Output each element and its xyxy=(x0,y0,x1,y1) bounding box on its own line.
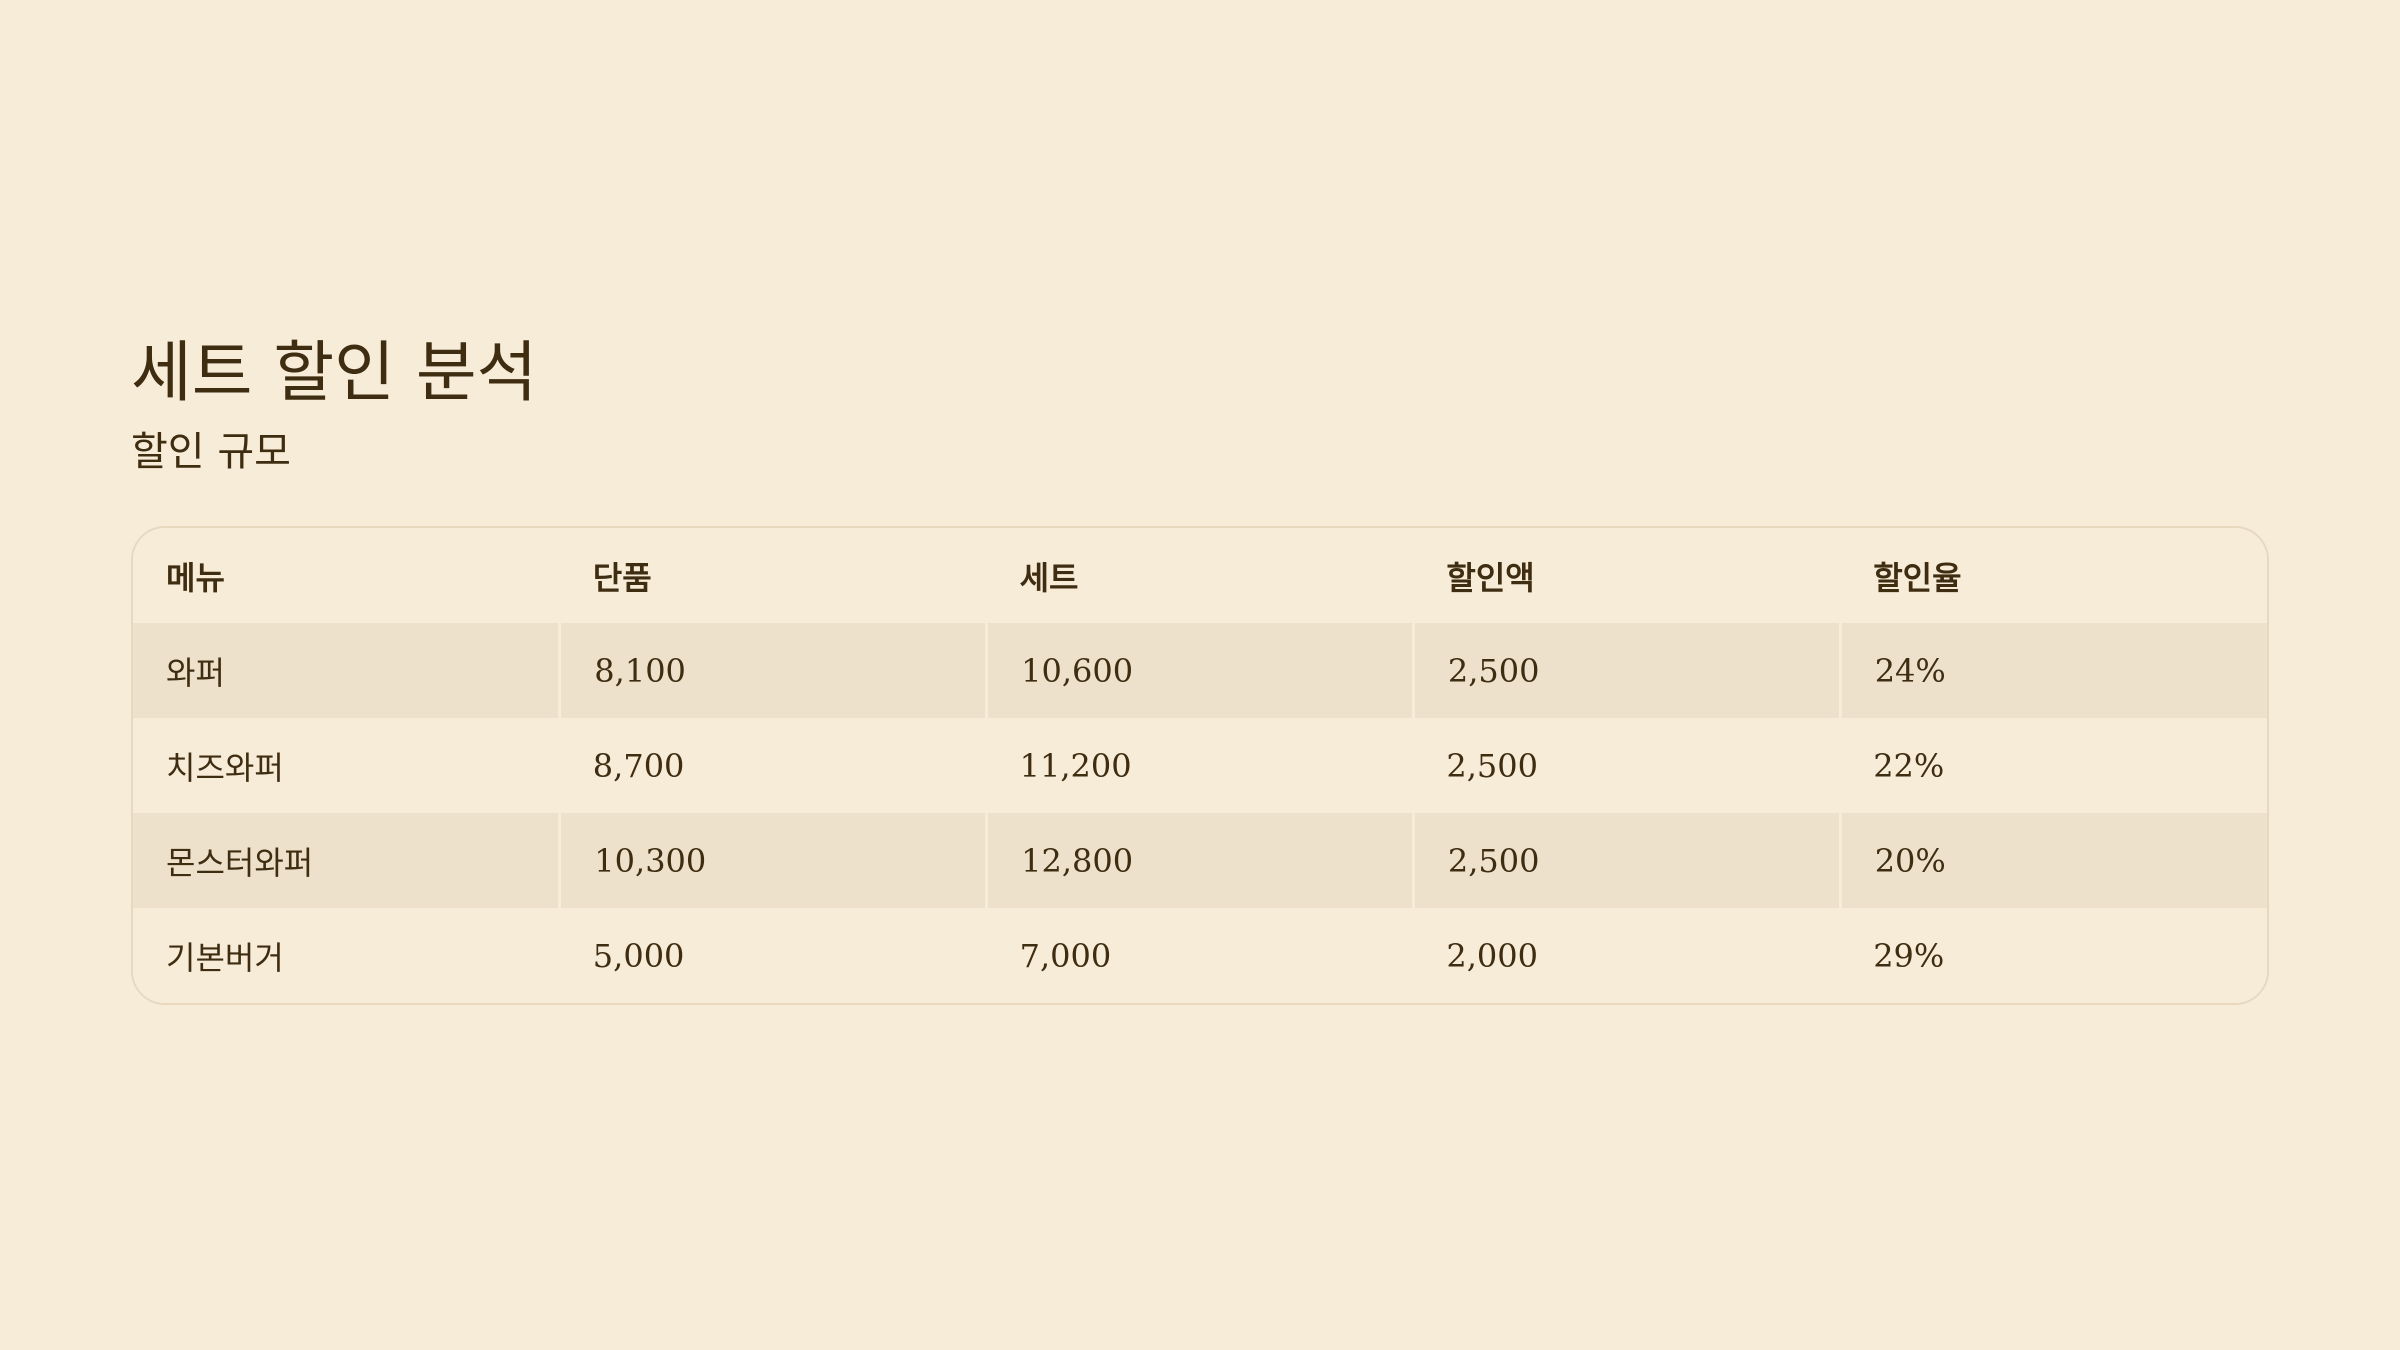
cell-menu: 와퍼 xyxy=(133,623,562,718)
cell-discount-amount: 2,000 xyxy=(1413,908,1841,1003)
column-header-discount-amount: 할인액 xyxy=(1413,528,1841,623)
cell-menu: 기본버거 xyxy=(133,908,560,1003)
cell-single-price: 5,000 xyxy=(559,908,987,1003)
cell-discount-amount: 2,500 xyxy=(1413,813,1842,908)
cell-set-price: 10,600 xyxy=(986,623,1415,718)
cell-discount-rate: 20% xyxy=(1840,813,2267,908)
discount-table-container: 메뉴 단품 세트 할인액 할인율 와퍼 8,100 10,600 2,500 2… xyxy=(131,526,2269,1005)
cell-set-price: 12,800 xyxy=(986,813,1415,908)
table-row: 치즈와퍼 8,700 11,200 2,500 22% xyxy=(133,718,2267,813)
cell-menu: 몬스터와퍼 xyxy=(133,813,562,908)
column-header-discount-rate: 할인율 xyxy=(1840,528,2267,623)
table-header-row: 메뉴 단품 세트 할인액 할인율 xyxy=(133,528,2267,623)
cell-discount-rate: 22% xyxy=(1840,718,2267,813)
cell-set-price: 7,000 xyxy=(986,908,1414,1003)
cell-set-price: 11,200 xyxy=(986,718,1414,813)
cell-menu: 치즈와퍼 xyxy=(133,718,560,813)
table-row: 몬스터와퍼 10,300 12,800 2,500 20% xyxy=(133,813,2267,908)
discount-table: 메뉴 단품 세트 할인액 할인율 와퍼 8,100 10,600 2,500 2… xyxy=(133,528,2267,1003)
cell-discount-rate: 29% xyxy=(1840,908,2267,1003)
table-row: 기본버거 5,000 7,000 2,000 29% xyxy=(133,908,2267,1003)
cell-single-price: 8,700 xyxy=(559,718,987,813)
cell-discount-amount: 2,500 xyxy=(1413,718,1841,813)
cell-discount-amount: 2,500 xyxy=(1413,623,1842,718)
slide: 세트 할인 분석 할인 규모 메뉴 단품 세트 할인액 할인율 와퍼 8,100 xyxy=(131,330,2269,1005)
column-header-set: 세트 xyxy=(986,528,1414,623)
table-row: 와퍼 8,100 10,600 2,500 24% xyxy=(133,623,2267,718)
cell-single-price: 8,100 xyxy=(559,623,989,718)
cell-single-price: 10,300 xyxy=(559,813,989,908)
page-subtitle: 할인 규모 xyxy=(131,429,291,475)
page-title: 세트 할인 분석 xyxy=(131,334,538,411)
cell-discount-rate: 24% xyxy=(1840,623,2267,718)
column-header-menu: 메뉴 xyxy=(133,528,560,623)
column-header-single: 단품 xyxy=(559,528,987,623)
